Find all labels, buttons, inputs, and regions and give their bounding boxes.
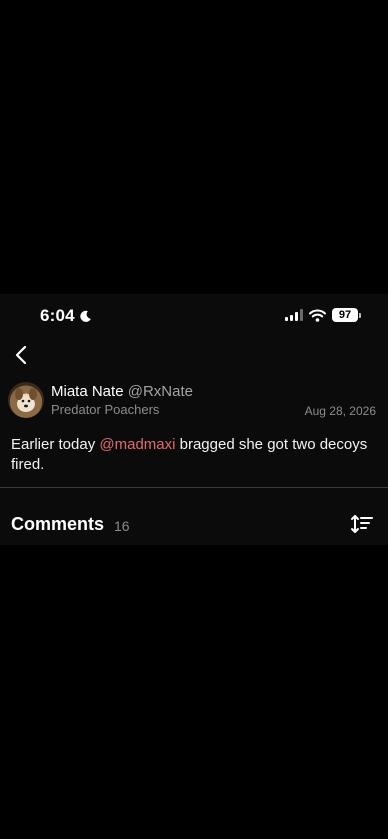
group-name[interactable]: Predator Poachers bbox=[51, 402, 159, 417]
divider bbox=[0, 487, 388, 488]
author-line[interactable]: Miata Nate @RxNate bbox=[51, 383, 193, 400]
status-time: 6:04 bbox=[40, 306, 92, 326]
sort-icon bbox=[351, 515, 373, 533]
post-body: Earlier today @madmaxi bragged she got t… bbox=[11, 435, 371, 475]
post-text-start: Earlier today bbox=[11, 436, 100, 453]
status-time-label: 6:04 bbox=[40, 306, 75, 325]
author-name[interactable]: Miata Nate bbox=[51, 383, 124, 400]
avatar[interactable] bbox=[8, 382, 44, 418]
comments-count: 16 bbox=[114, 518, 130, 534]
dog-avatar-image bbox=[15, 388, 37, 412]
status-icons: 97 bbox=[285, 308, 361, 322]
moon-icon bbox=[80, 310, 91, 322]
back-button[interactable] bbox=[10, 344, 32, 366]
post-date: Aug 28, 2026 bbox=[304, 404, 376, 418]
user-mention-link[interactable]: @madmaxi bbox=[99, 436, 175, 453]
wifi-icon bbox=[309, 309, 326, 322]
post-screen: 6:04 97 Miata Nate @RxNate Predator Poac… bbox=[0, 294, 388, 545]
battery-level: 97 bbox=[338, 309, 352, 321]
sort-button[interactable] bbox=[350, 513, 374, 535]
cellular-signal-icon bbox=[285, 309, 303, 321]
comments-heading: Comments bbox=[11, 514, 105, 534]
battery-icon: 97 bbox=[332, 308, 361, 322]
chevron-left-icon bbox=[15, 346, 27, 364]
author-handle[interactable]: @RxNate bbox=[128, 383, 193, 400]
